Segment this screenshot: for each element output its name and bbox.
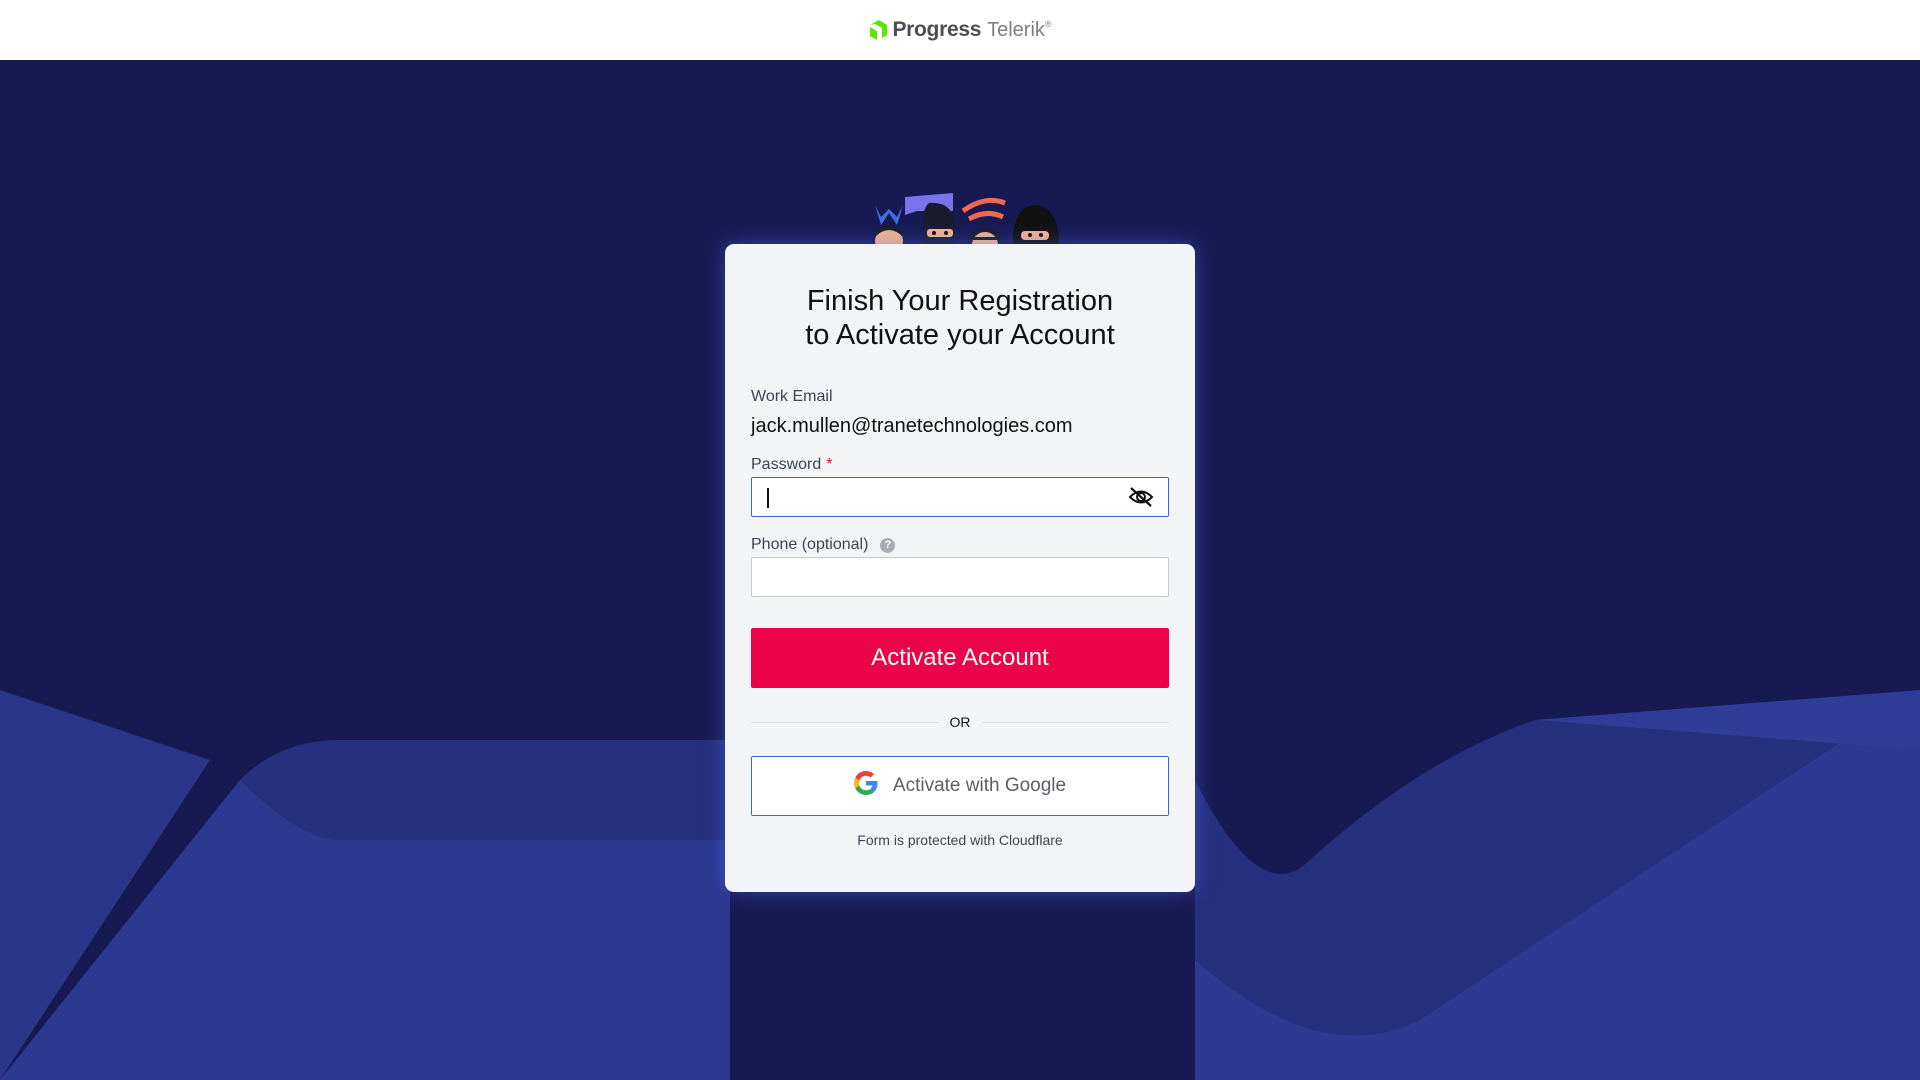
activate-account-button[interactable]: Activate Account (751, 628, 1169, 688)
progress-logo-icon (868, 19, 888, 41)
question-circle-icon[interactable]: ? (880, 537, 896, 553)
top-header-bar: Progress Telerik® (0, 0, 1920, 60)
divider-or-text: OR (949, 714, 971, 730)
work-email-value: jack.mullen@tranetechnologies.com (751, 415, 1073, 437)
divider-line-left (751, 721, 939, 723)
or-divider: OR (751, 714, 1169, 730)
google-button-label: Activate with Google (892, 775, 1067, 796)
google-g-icon (853, 771, 878, 801)
card-title-line1: Finish Your Registration (806, 285, 1114, 317)
progress-telerik-logo[interactable]: Progress Telerik® (868, 18, 1052, 42)
work-email-label: Work Email (751, 388, 833, 405)
phone-label-text: Phone (optional) (751, 536, 869, 553)
card-title-line2: to Activate your Account (805, 319, 1115, 351)
card-title: Finish Your Registration to Activate you… (751, 284, 1169, 352)
registration-card: Finish Your Registration to Activate you… (725, 244, 1195, 892)
password-field-wrapper (751, 477, 1169, 517)
password-input[interactable] (766, 478, 1130, 516)
logo-product-text: Telerik® (987, 19, 1051, 42)
logo-trademark: ® (1044, 18, 1052, 29)
password-label: Password * (751, 456, 1169, 474)
text-cursor (767, 488, 769, 508)
phone-field-wrapper (751, 557, 1169, 597)
activate-with-google-button[interactable]: Activate with Google (751, 756, 1169, 816)
logo-brand-text: Progress (892, 18, 982, 41)
cloudflare-protection-note: Form is protected with Cloudflare (857, 832, 1063, 848)
phone-label: Phone (optional) ? (751, 536, 1169, 554)
phone-input[interactable] (766, 558, 1130, 596)
page-background: Finish Your Registration to Activate you… (0, 60, 1920, 1080)
divider-line-right (981, 721, 1169, 723)
password-label-text: Password (751, 456, 822, 473)
required-marker: * (826, 456, 833, 473)
logo-product-name: Telerik (987, 18, 1045, 41)
eye-slash-icon[interactable] (1128, 486, 1154, 508)
